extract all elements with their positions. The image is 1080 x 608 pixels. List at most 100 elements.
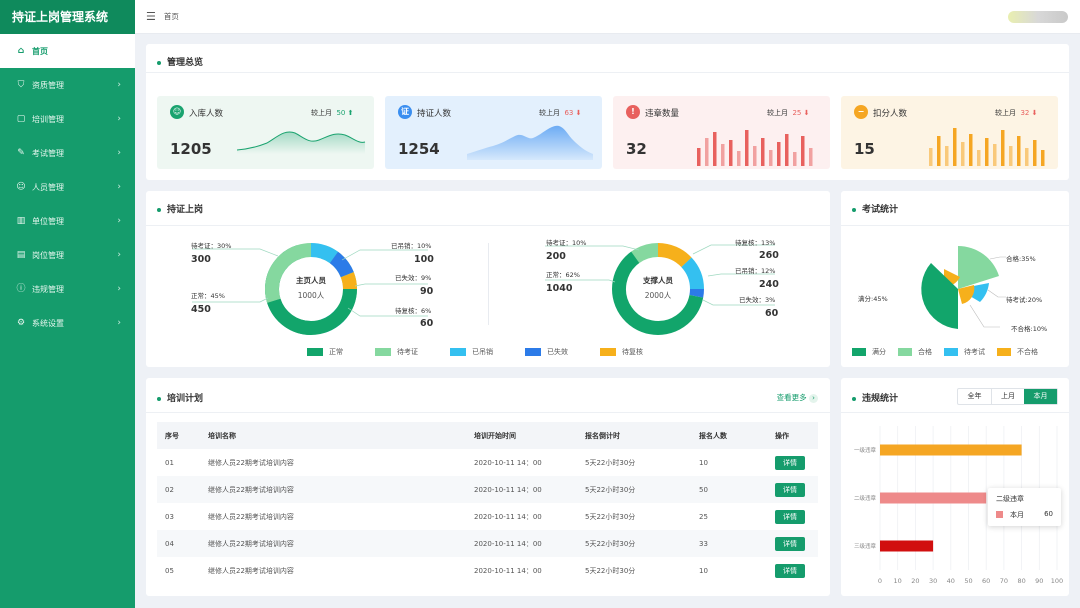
tab-this-month[interactable]: 本月 xyxy=(1024,389,1057,404)
donut-label: 待复核：13% xyxy=(735,239,776,247)
chart-tooltip: 二级违章 本月 60 xyxy=(988,488,1061,526)
sidebar-item-label: 人员管理 xyxy=(32,182,64,192)
sidebar-item-exam[interactable]: ✎ 考试管理 › xyxy=(0,136,135,170)
legend-item[interactable]: 正常 xyxy=(307,347,343,357)
violation-title: 违规统计 xyxy=(852,391,898,404)
donut-value: 200 xyxy=(546,251,566,262)
bar[interactable] xyxy=(880,444,1022,456)
mini-bar-chart xyxy=(929,128,1045,166)
overview-title: 管理总览 xyxy=(157,55,203,68)
sidebar-item-label: 首页 xyxy=(32,46,48,56)
x-tick-label: 100 xyxy=(1051,577,1063,585)
sidebar-item-training[interactable]: ▢ 培训管理 › xyxy=(0,102,135,136)
x-tick-label: 50 xyxy=(964,577,972,585)
certificate-icon: 证 xyxy=(398,105,412,119)
donut-leader-lines xyxy=(545,244,775,306)
user-icon: ☺ xyxy=(16,182,26,192)
sidebar-item-personnel[interactable]: ☺ 人员管理 › xyxy=(0,170,135,204)
table-header: 序号 培训名称 培训开始时间 报名倒计时 报名人数 操作 xyxy=(157,422,818,449)
building-icon: ▥ xyxy=(16,216,26,226)
legend-item[interactable]: 已失效 xyxy=(525,347,568,357)
sidebar-item-post[interactable]: ▤ 岗位管理 › xyxy=(0,238,135,272)
donut-label: 待考证：10% xyxy=(546,239,587,247)
card-value: 32 xyxy=(626,140,647,158)
y-category-label: 一级违章 xyxy=(854,446,877,454)
bar[interactable] xyxy=(880,540,934,552)
rose-label: 满分:45% xyxy=(858,295,888,303)
sidebar-item-label: 岗位管理 xyxy=(32,250,64,260)
tooltip-series: 本月 xyxy=(1010,511,1024,519)
tooltip-swatch xyxy=(996,511,1003,518)
legend-item[interactable]: 满分 xyxy=(852,347,886,357)
x-tick-label: 10 xyxy=(894,577,902,585)
details-button[interactable]: 详情 xyxy=(775,509,805,524)
details-button[interactable]: 详情 xyxy=(775,536,805,551)
details-button[interactable]: 详情 xyxy=(775,563,805,578)
legend-item[interactable]: 待考试 xyxy=(944,347,985,357)
donut-label: 已吊销：12% xyxy=(735,267,776,275)
legend-item[interactable]: 已吊销 xyxy=(450,347,493,357)
rose-label: 不合格:10% xyxy=(1011,325,1048,333)
card-compare: 较上月 32 ⬇ xyxy=(995,109,1038,117)
sidebar-item-violation[interactable]: ⓘ 违规管理 › xyxy=(0,272,135,306)
legend-item[interactable]: 合格 xyxy=(898,347,932,357)
period-tabs: 全年 上月 本月 xyxy=(957,388,1058,405)
certified-title: 持证上岗 xyxy=(157,202,203,215)
card-label: 持证人数 xyxy=(417,109,452,119)
chevron-right-icon: › xyxy=(117,284,121,294)
donut-label: 待复核：6% xyxy=(395,307,432,315)
stat-card-violations[interactable]: ! 违章数量 较上月 25 ⬇ 32 xyxy=(613,96,830,169)
rose-leader-lines xyxy=(969,256,1006,328)
legend-item[interactable]: 待复核 xyxy=(600,347,643,357)
details-button[interactable]: 详情 xyxy=(775,455,805,470)
sidebar-item-label: 系统设置 xyxy=(32,318,64,328)
menu-toggle-icon[interactable]: ☰ xyxy=(146,10,156,23)
details-button[interactable]: 详情 xyxy=(775,482,805,497)
donut-value: 240 xyxy=(759,279,779,290)
table-row: 03 继修人员22期考试培训内容 2020-10-11 14：00 5天22小时30分… xyxy=(157,503,818,530)
stat-card-registered[interactable]: ☺ 入库人数 较上月 50 ⬆ 1205 xyxy=(157,96,374,169)
app-title: 持证上岗管理系统 xyxy=(0,0,135,34)
view-more-link[interactable]: 查看更多 › xyxy=(777,392,818,403)
stat-card-deducted[interactable]: − 扣分人数 较上月 32 ⬇ 15 xyxy=(841,96,1058,169)
legend-item[interactable]: 不合格 xyxy=(997,347,1038,357)
x-tick-label: 60 xyxy=(982,577,990,585)
box-icon: ▢ xyxy=(16,114,26,124)
legend-item[interactable]: 待考证 xyxy=(375,347,418,357)
sparkline-area xyxy=(467,125,593,160)
gear-icon: ⚙ xyxy=(16,318,26,328)
sidebar-item-unit[interactable]: ▥ 单位管理 › xyxy=(0,204,135,238)
donut-value: 450 xyxy=(191,304,211,315)
alert-icon: ⓘ xyxy=(16,284,26,294)
donut-label: 已吊销：10% xyxy=(391,242,432,250)
x-tick-label: 0 xyxy=(878,577,882,585)
bar[interactable] xyxy=(880,492,987,504)
tab-all-year[interactable]: 全年 xyxy=(958,389,991,404)
chevron-right-icon: › xyxy=(117,114,121,124)
table-row: 05 继修人员22期考试培训内容 2020-10-11 14：00 5天22小时30分… xyxy=(157,557,818,584)
tooltip-value: 60 xyxy=(1044,510,1053,518)
donut-label: 正常：62% xyxy=(546,271,580,279)
tab-last-month[interactable]: 上月 xyxy=(991,389,1024,404)
arrow-down-icon: ⬇ xyxy=(803,109,810,117)
chevron-right-icon: › xyxy=(809,394,818,403)
donut-label: 待考证：30% xyxy=(191,242,232,250)
chevron-right-icon: › xyxy=(117,250,121,260)
sidebar-item-qualification[interactable]: ⛉ 资质管理 › xyxy=(0,68,135,102)
donut-label: 已失效：3% xyxy=(739,296,776,304)
donut-value: 60 xyxy=(765,308,779,319)
chevron-right-icon: › xyxy=(117,182,121,192)
sidebar-item-home[interactable]: ⌂ 首页 xyxy=(0,34,135,68)
chevron-right-icon: › xyxy=(117,80,121,90)
sidebar-item-settings[interactable]: ⚙ 系统设置 › xyxy=(0,306,135,340)
card-delta: 63 xyxy=(564,109,574,117)
card-compare: 较上月 50 ⬆ xyxy=(311,109,354,117)
stat-card-certified[interactable]: 证 持证人数 较上月 63 ⬇ 1254 xyxy=(385,96,602,169)
avatar[interactable] xyxy=(1008,11,1068,23)
table-row: 02 继修人员22期考试培训内容 2020-10-11 14：00 5天22小时30分… xyxy=(157,476,818,503)
exam-title: 考试统计 xyxy=(852,202,898,215)
donut-label: 正常：45% xyxy=(191,292,225,300)
exam-legend: 满分 合格 待考试 不合格 xyxy=(852,347,1038,357)
donut-value: 60 xyxy=(420,318,434,329)
x-tick-label: 20 xyxy=(911,577,919,585)
